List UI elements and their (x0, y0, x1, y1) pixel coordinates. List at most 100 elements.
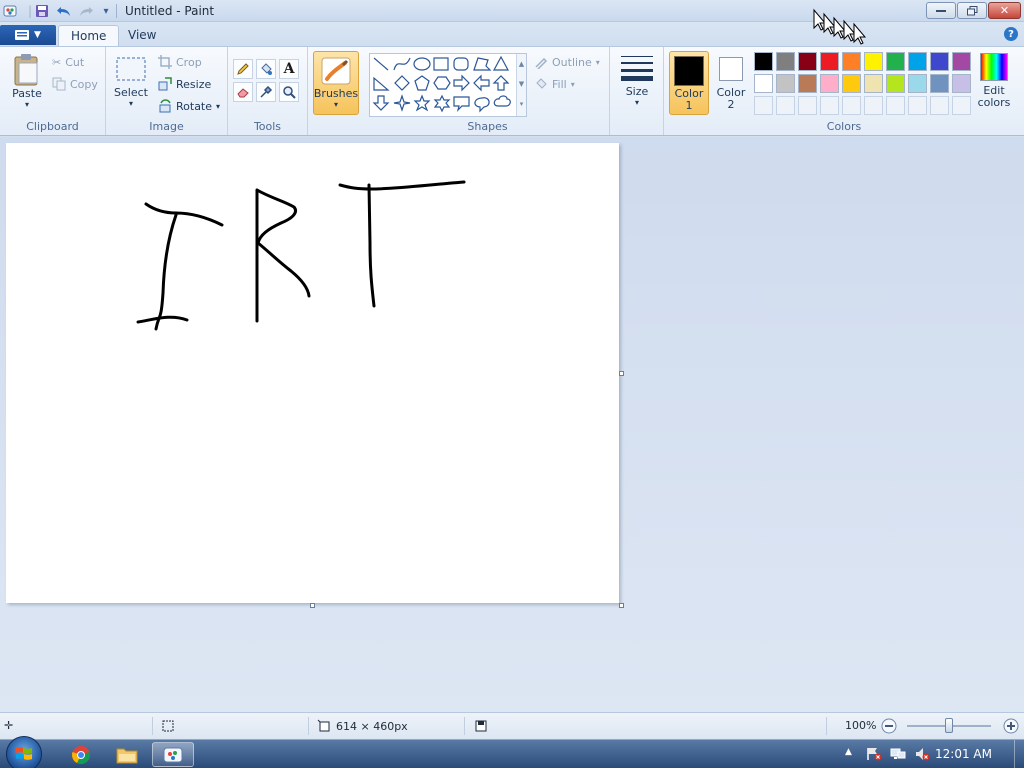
taskbar-file-explorer[interactable] (106, 742, 148, 767)
eraser-tool[interactable] (233, 82, 253, 102)
palette-swatch[interactable] (864, 52, 883, 71)
palette-swatch[interactable] (776, 52, 795, 71)
palette-swatch-empty[interactable] (952, 96, 971, 115)
minimize-button[interactable] (926, 2, 956, 19)
palette-swatch[interactable] (886, 74, 905, 93)
right-triangle-shape-icon (373, 76, 390, 91)
fill-button[interactable]: Fill ▾ (534, 75, 575, 93)
customize-toolbar-icon[interactable]: ▾ (98, 3, 114, 19)
taskbar-chrome[interactable] (60, 742, 102, 767)
palette-swatch[interactable] (842, 74, 861, 93)
palette-swatch[interactable] (952, 52, 971, 71)
palette-swatch[interactable] (908, 74, 927, 93)
palette-swatch[interactable] (930, 52, 949, 71)
line-size-icon (621, 56, 653, 81)
taskbar-paint[interactable] (152, 742, 194, 767)
taskbar-clock[interactable]: 12:01 AM (935, 747, 992, 761)
volume-muted-icon[interactable] (914, 747, 930, 764)
color-picker-tool[interactable] (256, 82, 276, 102)
palette-swatch[interactable] (842, 52, 861, 71)
color1-button[interactable]: Color 1 (669, 51, 709, 115)
action-center-icon[interactable] (866, 747, 882, 764)
stroke-letter-t (338, 180, 466, 308)
paste-icon (14, 54, 38, 86)
status-bar: ✛ 614 × 460px 100% (0, 712, 1024, 739)
palette-swatch[interactable] (864, 74, 883, 93)
rotate-label: Rotate (176, 99, 213, 113)
palette-swatch[interactable] (754, 74, 773, 93)
palette-swatch[interactable] (952, 74, 971, 93)
palette-swatch-empty[interactable] (842, 96, 861, 115)
fill-label: Fill (552, 77, 567, 91)
palette-swatch[interactable] (820, 74, 839, 93)
palette-swatch-empty[interactable] (820, 96, 839, 115)
redo-icon[interactable] (78, 3, 94, 19)
save-icon[interactable] (34, 3, 50, 19)
canvas-resize-handle-corner[interactable] (619, 603, 624, 608)
magnifier-tool[interactable] (279, 82, 299, 102)
outline-label: Outline (552, 55, 592, 69)
tab-view[interactable]: View (116, 25, 168, 46)
palette-swatch[interactable] (798, 74, 817, 93)
size-button[interactable]: Size ▾ (619, 53, 655, 107)
resize-button[interactable]: Resize (158, 75, 211, 93)
drawing-canvas[interactable] (6, 143, 619, 603)
fill-tool[interactable] (256, 59, 276, 79)
five-point-star-shape-icon (413, 94, 431, 112)
resize-icon (158, 77, 172, 91)
zoom-in-button[interactable] (1003, 718, 1019, 734)
color-spectrum-icon (980, 53, 1008, 81)
crop-button[interactable]: Crop (158, 53, 202, 71)
palette-swatch[interactable] (886, 52, 905, 71)
title-separator (116, 4, 117, 18)
restore-button[interactable] (957, 2, 987, 19)
tab-home[interactable]: Home (58, 25, 120, 46)
canvas-drawing (136, 180, 466, 331)
chrome-icon (72, 745, 90, 764)
show-desktop-button[interactable] (1014, 740, 1024, 768)
zoom-out-button[interactable] (881, 718, 897, 734)
canvas-resize-handle-right[interactable] (619, 371, 624, 376)
paint-app-icon[interactable] (2, 3, 18, 19)
palette-swatch[interactable] (798, 52, 817, 71)
resize-label: Resize (176, 77, 212, 91)
zoom-slider-thumb[interactable] (945, 718, 953, 733)
network-icon[interactable] (890, 747, 906, 764)
help-icon[interactable]: ? (1004, 27, 1018, 41)
palette-swatch-empty[interactable] (908, 96, 927, 115)
palette-swatch-empty[interactable] (864, 96, 883, 115)
palette-swatch-empty[interactable] (798, 96, 817, 115)
canvas-resize-handle-bottom[interactable] (310, 603, 315, 608)
outline-dropdown-icon: ▾ (595, 57, 600, 67)
outline-button[interactable]: Outline ▾ (534, 53, 600, 71)
show-hidden-icons-icon[interactable]: ▲ (845, 747, 852, 757)
color1-swatch (674, 56, 704, 86)
rotate-button[interactable]: Rotate ▾ (158, 97, 220, 115)
palette-swatch-empty[interactable] (930, 96, 949, 115)
cut-button[interactable]: ✂ Cut (52, 53, 84, 71)
close-button[interactable]: ✕ (988, 2, 1021, 19)
palette-swatch-empty[interactable] (886, 96, 905, 115)
palette-swatch-empty[interactable] (776, 96, 795, 115)
copy-button[interactable]: Copy (52, 75, 98, 93)
palette-swatch[interactable] (754, 52, 773, 71)
text-tool[interactable]: A (279, 59, 299, 79)
palette-swatch[interactable] (930, 74, 949, 93)
palette-swatch-empty[interactable] (754, 96, 773, 115)
palette-swatch[interactable] (820, 52, 839, 71)
palette-swatch[interactable] (908, 52, 927, 71)
brushes-button[interactable]: Brushes ▾ (313, 51, 359, 115)
start-button[interactable] (6, 736, 42, 768)
color2-button[interactable]: Color 2 (713, 51, 749, 115)
pencil-tool[interactable] (233, 59, 253, 79)
palette-swatch[interactable] (776, 74, 795, 93)
paste-button[interactable]: Paste ▾ (8, 53, 46, 109)
zoom-in-icon (1003, 718, 1019, 734)
outline-icon (535, 57, 548, 69)
edit-colors-button[interactable]: Edit colors (974, 53, 1014, 109)
select-button[interactable]: Select ▾ (112, 55, 150, 108)
paint-menu-button[interactable]: ▼ (0, 25, 56, 45)
canvas-size-readout: 614 × 460px (317, 719, 408, 733)
undo-icon[interactable] (56, 3, 72, 19)
shapes-gallery-scroll[interactable]: ▲ ▼ ▾ (516, 54, 526, 116)
